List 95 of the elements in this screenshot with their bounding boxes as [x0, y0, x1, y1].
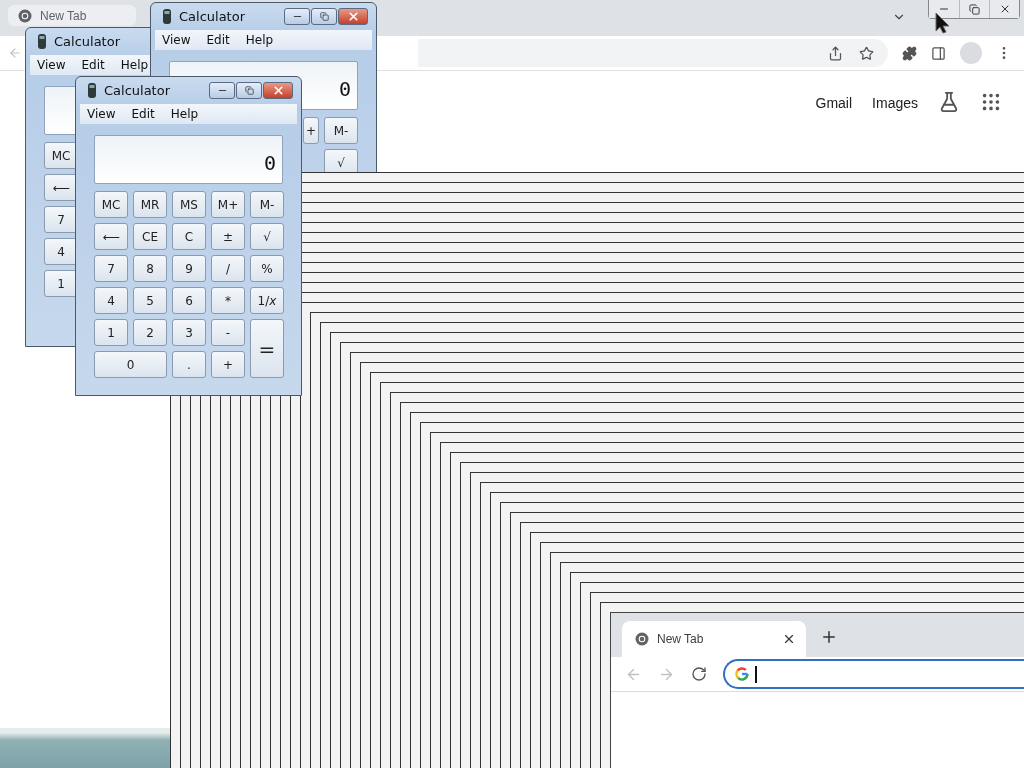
- calculator-icon: [36, 33, 48, 50]
- calculator-key[interactable]: 0: [94, 351, 167, 378]
- menu-item[interactable]: Edit: [206, 33, 230, 47]
- text-caret: [755, 665, 757, 683]
- calculator-key[interactable]: √: [250, 223, 284, 250]
- calculator-icon: [86, 82, 98, 99]
- address-bar[interactable]: [723, 659, 1024, 689]
- window-title: Calculator: [179, 9, 246, 24]
- browser-logo-icon: [635, 632, 649, 646]
- calculator-key[interactable]: 4: [44, 238, 78, 265]
- calculator-key[interactable]: *: [211, 287, 245, 314]
- menu-item[interactable]: View: [162, 33, 191, 47]
- restore-icon: [969, 3, 980, 15]
- share-button[interactable]: [828, 45, 843, 61]
- reload-button[interactable]: [691, 666, 707, 682]
- calculator-key[interactable]: 1: [94, 319, 128, 346]
- browser-logo-icon: [18, 8, 32, 23]
- calculator-key[interactable]: =: [250, 319, 284, 378]
- calculator-key[interactable]: MC: [44, 142, 78, 169]
- menu-item[interactable]: Edit: [81, 58, 105, 72]
- close-tab-button[interactable]: [782, 632, 796, 646]
- new-tab-button[interactable]: [820, 628, 838, 646]
- restore-button[interactable]: [959, 0, 989, 18]
- calculator-key[interactable]: +: [303, 117, 319, 144]
- calculator-key[interactable]: ⟵: [44, 174, 78, 201]
- close-icon: [782, 632, 796, 646]
- browser-tab[interactable]: New Tab: [622, 621, 806, 657]
- calculator-key[interactable]: %: [250, 255, 284, 282]
- calculator-key[interactable]: 7: [94, 255, 128, 282]
- calculator-key[interactable]: C: [172, 223, 206, 250]
- minimize-button[interactable]: [209, 82, 235, 99]
- display-value: 0: [338, 77, 351, 101]
- calculator-key[interactable]: 1: [44, 270, 78, 297]
- browser-tab[interactable]: New Tab: [8, 5, 136, 26]
- close-icon: [346, 10, 360, 23]
- calculator-key[interactable]: 8: [133, 255, 167, 282]
- calculator-key[interactable]: 2: [133, 319, 167, 346]
- calculator-key[interactable]: 9: [172, 255, 206, 282]
- close-button[interactable]: [338, 8, 368, 25]
- calculator-key[interactable]: ±: [211, 223, 245, 250]
- calculator-key[interactable]: /: [211, 255, 245, 282]
- window-title: Calculator: [54, 34, 121, 49]
- google-logo-icon: [735, 667, 749, 681]
- calculator-key[interactable]: CE: [133, 223, 167, 250]
- menu-item[interactable]: View: [37, 58, 66, 72]
- calculator-key[interactable]: MR: [133, 191, 167, 218]
- calculator-key[interactable]: 5: [133, 287, 167, 314]
- apps-grid-icon[interactable]: [980, 91, 1002, 113]
- window-title: Calculator: [104, 83, 171, 98]
- menu-item[interactable]: Help: [120, 58, 149, 72]
- bookmark-star-button[interactable]: [859, 45, 874, 61]
- calculator-key[interactable]: M+: [211, 191, 245, 218]
- calculator-key[interactable]: -: [211, 319, 245, 346]
- calculator-key[interactable]: MS: [172, 191, 206, 218]
- calculator-key[interactable]: 7: [44, 206, 78, 233]
- calculator-key[interactable]: 3: [172, 319, 206, 346]
- menu-item[interactable]: Edit: [131, 107, 155, 121]
- calculator-key[interactable]: 1/x: [250, 287, 284, 314]
- menu-item[interactable]: View: [87, 107, 116, 121]
- puzzle-icon: [902, 45, 917, 61]
- side-panel-icon: [931, 45, 946, 61]
- calculator-key[interactable]: ⟵: [94, 223, 128, 250]
- close-button[interactable]: [263, 82, 293, 99]
- plus-icon: [820, 628, 838, 646]
- calculator-key[interactable]: M-: [324, 117, 358, 144]
- maximize-button[interactable]: [236, 82, 262, 99]
- maximize-icon: [244, 86, 254, 95]
- tab-title: New Tab: [40, 8, 87, 23]
- tab-title: New Tab: [657, 632, 705, 646]
- minimize-button[interactable]: [929, 0, 959, 18]
- calculator-key[interactable]: 4: [94, 287, 128, 314]
- maximize-button[interactable]: [311, 8, 337, 25]
- side-panel-button[interactable]: [931, 45, 946, 61]
- calculator-key[interactable]: .: [172, 351, 206, 378]
- close-button[interactable]: [989, 0, 1019, 18]
- close-icon: [271, 84, 285, 97]
- calculator-key[interactable]: 6: [172, 287, 206, 314]
- cursor-icon: [934, 12, 952, 34]
- extensions-button[interactable]: [902, 45, 917, 61]
- calculator-key[interactable]: M-: [250, 191, 284, 218]
- menu-item[interactable]: Help: [170, 107, 199, 121]
- calculator-icon: [161, 8, 173, 25]
- header-link[interactable]: Images: [872, 95, 918, 111]
- star-icon: [859, 45, 874, 61]
- calculator-key[interactable]: +: [211, 351, 245, 378]
- menu-item[interactable]: Help: [245, 33, 274, 47]
- share-icon: [828, 45, 843, 61]
- header-link[interactable]: Gmail: [815, 95, 853, 111]
- minimize-button[interactable]: [284, 8, 310, 25]
- display-value: 0: [263, 151, 276, 175]
- calculator-key[interactable]: MC: [94, 191, 128, 218]
- flask-icon[interactable]: [938, 91, 960, 113]
- arrow-left-icon: [8, 46, 22, 60]
- reload-icon: [691, 666, 707, 682]
- maximize-icon: [319, 12, 329, 21]
